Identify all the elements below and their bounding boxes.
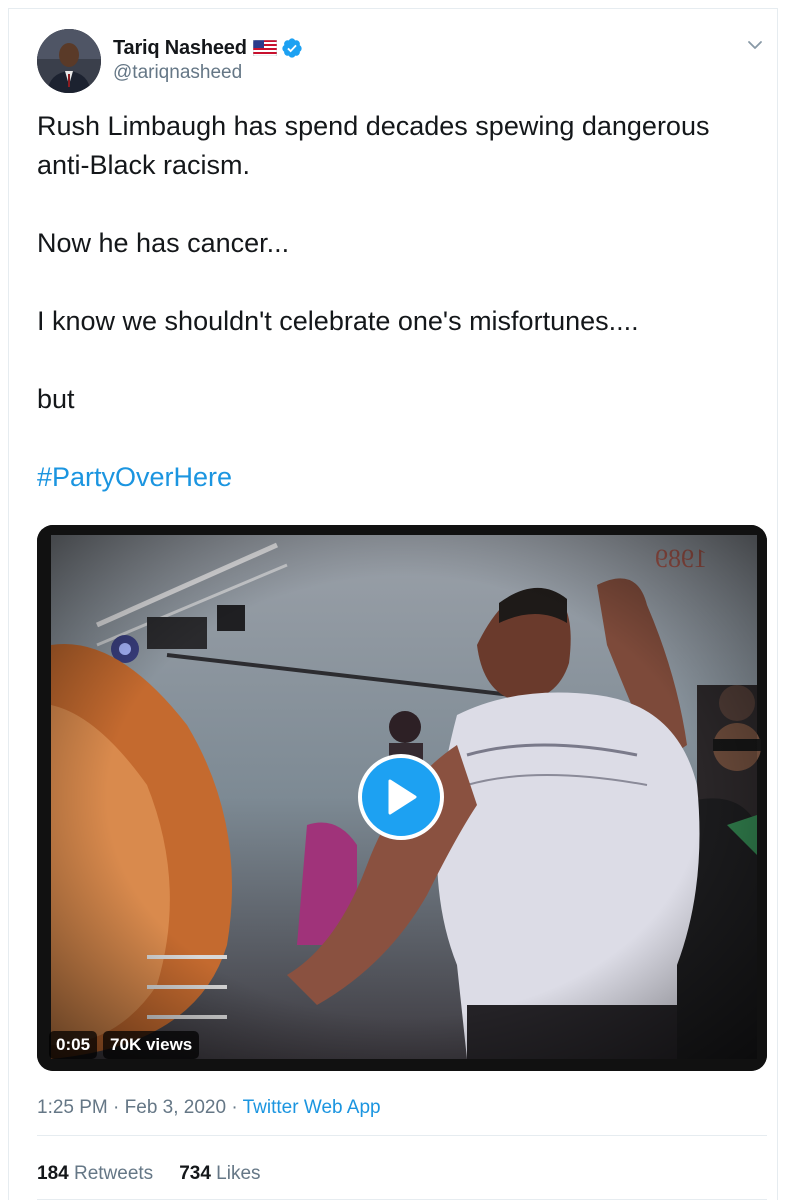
tweet-date[interactable]: Feb 3, 2020 <box>125 1097 226 1118</box>
meta-separator: · <box>113 1097 120 1118</box>
tweet-line: I know we shouldn't celebrate one's misf… <box>37 306 639 336</box>
video-badges: 0:05 70K views <box>49 1031 200 1059</box>
retweets-stat[interactable]: 184 Retweets <box>37 1163 153 1185</box>
tweet-meta: 1:25 PM · Feb 3, 2020 · Twitter Web App <box>37 1097 381 1119</box>
verified-badge-icon <box>281 37 303 59</box>
video-player[interactable]: 1989 <box>37 525 767 1071</box>
author-handle[interactable]: @tariqnasheed <box>113 62 242 84</box>
likes-label: Likes <box>216 1163 261 1184</box>
tweet-stats: 184 Retweets 734 Likes <box>37 1163 261 1185</box>
play-button[interactable] <box>358 754 444 840</box>
tweet-page: Tariq Nasheed @tariqnasheed Rush Limbaug… <box>0 0 792 1200</box>
tweet-line: anti-Black racism. <box>37 150 251 180</box>
divider <box>37 1135 767 1136</box>
flag-us-icon <box>252 40 277 56</box>
tweet-line: Now he has cancer... <box>37 228 290 258</box>
tweet-source-link[interactable]: Twitter Web App <box>243 1097 381 1118</box>
tweet-time[interactable]: 1:25 PM <box>37 1097 108 1118</box>
retweets-label: Retweets <box>73 1163 154 1184</box>
meta-separator: · <box>231 1097 238 1118</box>
avatar[interactable] <box>37 29 101 93</box>
avatar-photo <box>37 29 101 93</box>
likes-stat[interactable]: 734 Likes <box>179 1163 260 1185</box>
tweet-card: Tariq Nasheed @tariqnasheed Rush Limbaug… <box>8 8 778 1200</box>
retweets-count: 184 <box>37 1163 69 1184</box>
video-views-badge: 70K views <box>103 1031 200 1059</box>
tweet-text: Rush Limbaugh has spend decades spewing … <box>37 107 767 497</box>
video-duration-badge: 0:05 <box>49 1031 98 1059</box>
hashtag-link[interactable]: #PartyOverHere <box>37 462 232 492</box>
author-display-name[interactable]: Tariq Nasheed <box>113 37 247 60</box>
author-name-row[interactable]: Tariq Nasheed <box>113 35 303 61</box>
chevron-down-icon[interactable] <box>745 35 765 55</box>
tweet-line: but <box>37 384 75 414</box>
play-icon <box>388 779 417 815</box>
likes-count: 734 <box>179 1163 211 1184</box>
tweet-line: Rush Limbaugh has spend decades spewing … <box>37 111 710 141</box>
